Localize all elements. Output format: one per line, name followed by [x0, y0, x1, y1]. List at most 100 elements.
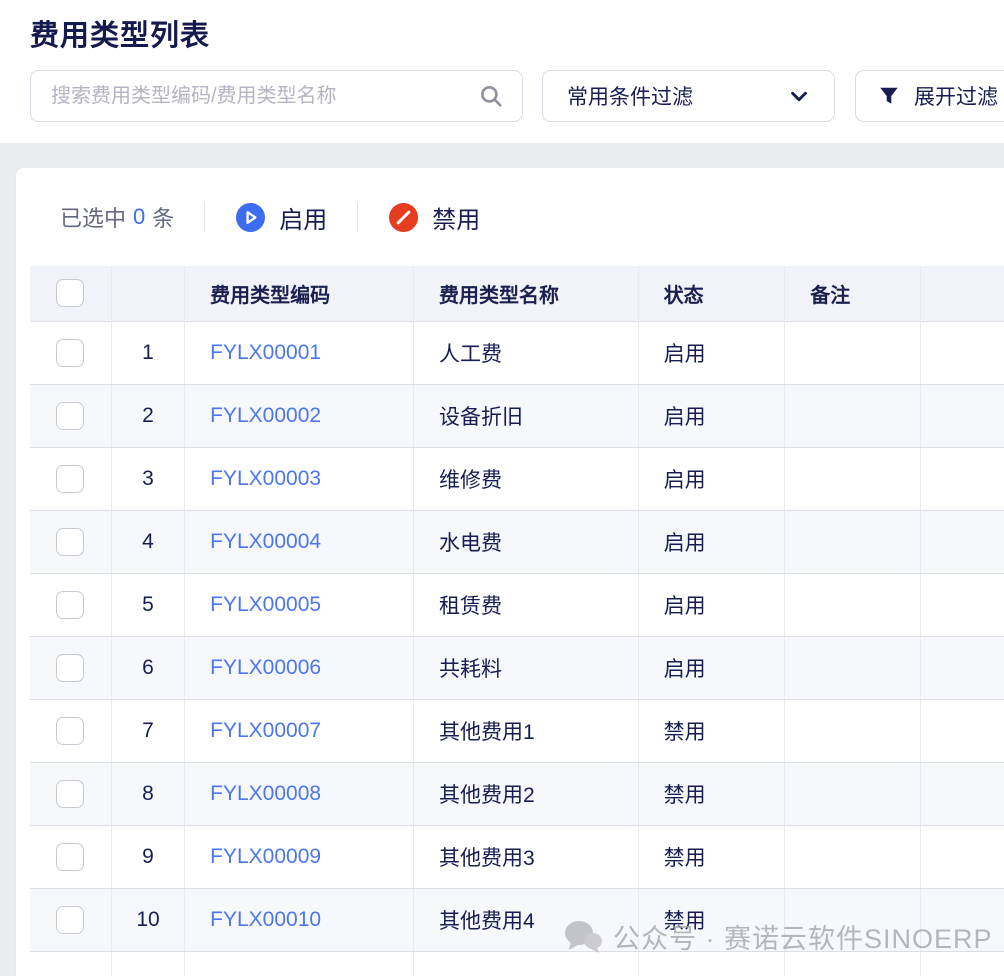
filter-funnel-icon — [878, 85, 900, 107]
row-extra-cell — [920, 825, 1004, 888]
row-extra-cell — [920, 888, 1004, 951]
table-row: 4FYLX00004水电费启用 — [30, 510, 1004, 573]
row-index-cell: 7 — [111, 699, 184, 762]
expense-type-code-link[interactable]: FYLX00010 — [210, 908, 321, 931]
row-name-cell: 租赁费 — [413, 573, 638, 636]
search-input[interactable] — [51, 85, 478, 108]
row-code-cell: FYLX00002 — [185, 384, 414, 447]
row-index-cell: 10 — [111, 888, 184, 951]
table-row: 10 FYLX00010 其他费用4禁用 — [30, 888, 1004, 951]
select-all-checkbox[interactable] — [56, 279, 84, 307]
row-remark-cell — [785, 573, 920, 636]
expand-filter-button[interactable]: 展开过滤 — [855, 70, 1004, 122]
expense-type-code-link[interactable]: FYLX00003 — [210, 467, 321, 490]
table-header-row: 费用类型编码 费用类型名称 状态 备注 — [30, 266, 1004, 321]
expense-type-table-wrap: 费用类型编码 费用类型名称 状态 备注 1FYLX00001人工费启用2FYLX… — [30, 266, 1004, 976]
row-extra-cell — [920, 699, 1004, 762]
row-code-cell: FYLX00009 — [185, 825, 414, 888]
header-select-all-cell — [30, 266, 111, 321]
row-checkbox[interactable] — [56, 339, 84, 367]
row-status-cell: 启用 — [638, 384, 785, 447]
row-empty-cell — [30, 951, 111, 976]
selected-info: 已选中 0 条 — [60, 201, 174, 233]
enable-button[interactable]: 启用 — [235, 200, 327, 235]
search-icon[interactable] — [478, 83, 504, 109]
header-name: 费用类型名称 — [413, 266, 638, 321]
row-status-cell: 禁用 — [638, 888, 785, 951]
expense-type-code-link[interactable]: FYLX00002 — [210, 404, 321, 427]
header-status: 状态 — [638, 266, 785, 321]
row-index-cell: 2 — [111, 384, 184, 447]
row-name-cell: 共耗料 — [413, 636, 638, 699]
row-remark-cell — [785, 321, 920, 384]
row-status-cell: 禁用 — [638, 825, 785, 888]
row-index-cell: 4 — [111, 510, 184, 573]
row-checkbox[interactable] — [56, 780, 84, 808]
row-select-cell — [30, 888, 111, 951]
row-checkbox[interactable] — [56, 591, 84, 619]
row-extra-cell — [920, 762, 1004, 825]
row-checkbox[interactable] — [56, 402, 84, 430]
row-empty-cell — [413, 951, 638, 976]
row-code-cell: FYLX00006 — [185, 636, 414, 699]
expense-type-code-link[interactable]: FYLX00004 — [210, 530, 321, 553]
table-toolbar: 已选中 0 条 启用 禁用 — [16, 168, 1004, 266]
row-name-cell: 其他费用4 — [413, 888, 638, 951]
row-empty-cell — [920, 951, 1004, 976]
table-row: 2 FYLX00002 设备折旧启用 — [30, 384, 1004, 447]
expense-type-code-link[interactable]: FYLX00007 — [210, 719, 321, 742]
slash-circle-icon — [388, 202, 419, 233]
disable-button[interactable]: 禁用 — [388, 200, 480, 235]
row-checkbox[interactable] — [56, 528, 84, 556]
row-select-cell — [30, 447, 111, 510]
header-index-cell — [111, 266, 184, 321]
row-name-cell: 设备折旧 — [413, 384, 638, 447]
row-checkbox[interactable] — [56, 717, 84, 745]
row-extra-cell — [920, 447, 1004, 510]
row-code-cell: FYLX00005 — [185, 573, 414, 636]
list-card: 已选中 0 条 启用 禁用 — [16, 168, 1004, 976]
table-row-cutoff — [30, 951, 1004, 976]
header-code: 费用类型编码 — [185, 266, 414, 321]
row-status-cell: 启用 — [638, 636, 785, 699]
row-remark-cell — [785, 762, 920, 825]
row-extra-cell — [920, 510, 1004, 573]
row-index-cell: 6 — [111, 636, 184, 699]
expense-type-code-link[interactable]: FYLX00009 — [210, 845, 321, 868]
row-extra-cell — [920, 636, 1004, 699]
row-index-cell: 9 — [111, 825, 184, 888]
table-row: 6 FYLX00006 共耗料启用 — [30, 636, 1004, 699]
expense-type-code-link[interactable]: FYLX00005 — [210, 593, 321, 616]
row-checkbox[interactable] — [56, 465, 84, 493]
table-row: 5FYLX00005租赁费启用 — [30, 573, 1004, 636]
row-checkbox[interactable] — [56, 654, 84, 682]
table-row: 3FYLX00003维修费启用 — [30, 447, 1004, 510]
play-circle-icon — [235, 202, 266, 233]
row-name-cell: 其他费用3 — [413, 825, 638, 888]
expense-type-table: 费用类型编码 费用类型名称 状态 备注 1FYLX00001人工费启用2FYLX… — [30, 266, 1004, 976]
table-row: 1FYLX00001人工费启用 — [30, 321, 1004, 384]
expense-type-code-link[interactable]: FYLX00006 — [210, 656, 321, 679]
quick-filter-dropdown[interactable]: 常用条件过滤 — [542, 70, 835, 122]
quick-filter-label: 常用条件过滤 — [567, 81, 788, 111]
selected-suffix: 条 — [152, 201, 174, 233]
row-remark-cell — [785, 699, 920, 762]
row-empty-cell — [785, 951, 920, 976]
row-select-cell — [30, 699, 111, 762]
table-row: 8FYLX00008其他费用2禁用 — [30, 762, 1004, 825]
row-select-cell — [30, 636, 111, 699]
expense-type-code-link[interactable]: FYLX00008 — [210, 782, 321, 805]
row-remark-cell — [785, 888, 920, 951]
row-index-cell: 1 — [111, 321, 184, 384]
row-extra-cell — [920, 384, 1004, 447]
row-checkbox[interactable] — [56, 906, 84, 934]
expense-type-code-link[interactable]: FYLX00001 — [210, 341, 321, 364]
row-empty-cell — [638, 951, 785, 976]
expand-filter-label: 展开过滤 — [914, 81, 998, 111]
row-index-cell: 8 — [111, 762, 184, 825]
row-status-cell: 启用 — [638, 447, 785, 510]
row-remark-cell — [785, 510, 920, 573]
search-box[interactable] — [30, 70, 523, 122]
row-checkbox[interactable] — [56, 843, 84, 871]
row-code-cell: FYLX00008 — [185, 762, 414, 825]
